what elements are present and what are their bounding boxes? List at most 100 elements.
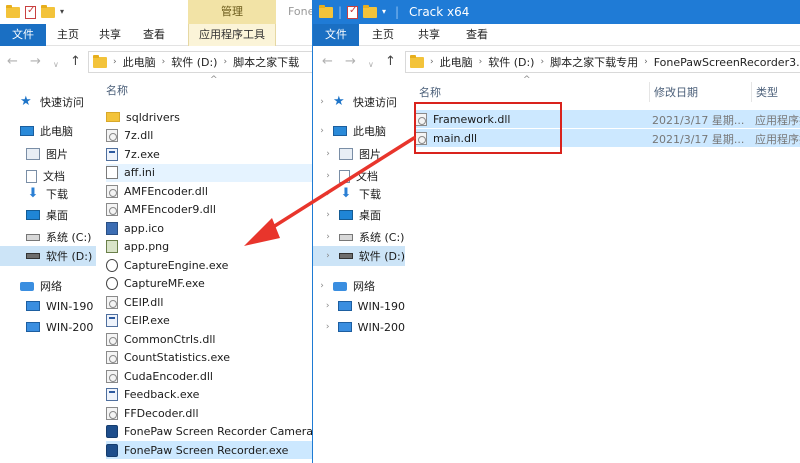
left-tab-app-tools[interactable]: 应用程序工具 (188, 24, 276, 46)
expand-chevron-icon[interactable]: › (317, 97, 327, 107)
file-row[interactable]: app.png (106, 238, 312, 256)
left-tab-view[interactable]: 查看 (136, 24, 172, 46)
back-arrow-icon[interactable]: ← (7, 55, 18, 69)
file-row[interactable]: AMFEncoder.dll (106, 182, 312, 200)
right-tab-view[interactable]: 查看 (459, 24, 495, 46)
column-header-date[interactable]: 修改日期 (649, 82, 698, 102)
left-quick-access-toolbar: ▾ (6, 4, 68, 20)
breadcrumb-item[interactable]: 此电脑 (123, 54, 156, 70)
customize-dropdown-icon[interactable]: ▾ (382, 8, 390, 16)
right-tab-file[interactable]: 文件 (313, 24, 359, 46)
file-name: 7z.exe (124, 147, 160, 161)
column-header-name[interactable]: 名称 (419, 82, 441, 102)
nav-item[interactable]: › ★ 快速访问 (313, 92, 405, 112)
nav-item[interactable]: WIN-200 (0, 317, 96, 337)
forward-arrow-icon[interactable]: → (30, 55, 41, 69)
file-row[interactable]: Feedback.exe (106, 386, 312, 404)
dll-file-icon (106, 295, 118, 309)
column-header-name[interactable]: 名称 (106, 80, 128, 100)
nav-item[interactable]: › WIN-200 (313, 317, 405, 337)
up-arrow-icon[interactable]: ↑ (385, 55, 396, 69)
file-row[interactable]: FonePaw Screen Recorder.exe (106, 441, 312, 459)
nav-item-label: 文档 (356, 170, 378, 183)
nav-item[interactable]: 系统 (C:) (0, 227, 96, 247)
folder-icon (6, 4, 20, 18)
breadcrumb-item[interactable]: 脚本之家下载专用 (550, 54, 638, 70)
nav-item[interactable]: 此电脑 (0, 121, 96, 141)
file-row[interactable]: CountStatistics.exe (106, 349, 312, 367)
nav-item[interactable]: › 系统 (C:) (313, 227, 405, 247)
file-row[interactable]: 7z.exe (106, 145, 312, 163)
breadcrumb-item[interactable]: 此电脑 (440, 54, 473, 70)
expand-chevron-icon[interactable]: › (323, 189, 333, 199)
file-name: Feedback.exe (124, 388, 200, 401)
nav-item[interactable]: WIN-190 (0, 296, 96, 316)
nav-item[interactable]: 网络 (0, 276, 96, 296)
expand-chevron-icon[interactable]: › (317, 126, 327, 136)
file-row[interactable]: FonePaw Screen Recorder Camera.e (106, 423, 312, 441)
drive-c-icon (339, 233, 353, 241)
expand-chevron-icon[interactable]: › (323, 210, 333, 220)
expand-chevron-icon[interactable]: › (323, 251, 333, 261)
file-row[interactable]: FFDecoder.dll (106, 404, 312, 422)
left-tab-share[interactable]: 共享 (92, 24, 128, 46)
expand-chevron-icon[interactable]: › (323, 232, 333, 242)
file-row[interactable]: sqldrivers (106, 108, 312, 126)
nav-item[interactable]: 软件 (D:) (0, 246, 96, 266)
chevron-right-icon: › (430, 57, 434, 67)
file-row[interactable]: app.ico (106, 219, 312, 237)
recent-dropdown-icon[interactable]: ∨ (53, 58, 59, 72)
nav-item[interactable]: ★ 快速访问 (0, 92, 96, 112)
right-breadcrumb[interactable]: › 此电脑 › 软件 (D:) › 脚本之家下载专用 › FonePawScre… (405, 51, 800, 73)
pc-icon (333, 126, 347, 136)
nav-item[interactable]: 图片 (0, 144, 96, 164)
expand-chevron-icon[interactable]: › (323, 301, 332, 311)
right-ribbon-tabs: 文件 主页 共享 查看 (313, 24, 800, 46)
left-tab-home[interactable]: 主页 (50, 24, 86, 46)
nav-item[interactable]: 文档 (0, 166, 96, 186)
nav-item[interactable]: ⬇ 下载 (0, 184, 96, 204)
right-tab-home[interactable]: 主页 (365, 24, 401, 46)
column-header-type[interactable]: 类型 (751, 82, 778, 102)
nav-item[interactable]: › 此电脑 (313, 121, 405, 141)
up-arrow-icon[interactable]: ↑ (70, 55, 81, 69)
nav-item[interactable]: › 图片 (313, 144, 405, 164)
properties-icon[interactable] (347, 5, 359, 19)
file-row[interactable]: CudaEncoder.dll (106, 367, 312, 385)
customize-dropdown-icon[interactable]: ▾ (60, 8, 68, 16)
nav-item[interactable]: › 网络 (313, 276, 405, 296)
back-arrow-icon[interactable]: ← (322, 55, 333, 69)
breadcrumb-item[interactable]: 软件 (D:) (488, 54, 534, 70)
right-tab-share[interactable]: 共享 (411, 24, 447, 46)
file-row[interactable]: 7z.dll (106, 127, 312, 145)
file-row[interactable]: CEIP.exe (106, 312, 312, 330)
file-row[interactable]: aff.ini (106, 163, 312, 182)
left-breadcrumb[interactable]: › 此电脑 › 软件 (D:) › 脚本之家下载 (88, 51, 312, 73)
nav-item[interactable]: › WIN-190 (313, 296, 405, 316)
nav-item[interactable]: › 文档 (313, 166, 405, 186)
nav-item[interactable]: › 软件 (D:) (313, 246, 405, 266)
breadcrumb-item[interactable]: 脚本之家下载 (233, 54, 299, 70)
expand-chevron-icon[interactable]: › (323, 322, 332, 332)
nav-item[interactable]: 桌面 (0, 205, 96, 225)
expand-chevron-icon[interactable]: › (323, 171, 333, 181)
file-row[interactable]: CaptureEngine.exe (106, 256, 312, 274)
properties-icon[interactable] (25, 5, 36, 19)
expand-chevron-icon[interactable]: › (317, 281, 327, 291)
recent-dropdown-icon[interactable]: ∨ (368, 58, 374, 72)
new-folder-icon[interactable] (363, 4, 378, 18)
file-row[interactable]: CEIP.dll (106, 293, 312, 311)
nav-item[interactable]: › 桌面 (313, 205, 405, 225)
breadcrumb-item[interactable]: 软件 (D:) (171, 54, 217, 70)
left-manage-tab-header[interactable]: 管理 (188, 0, 276, 24)
breadcrumb-item[interactable]: FonePawScreenRecorder3. (654, 56, 800, 69)
expand-chevron-icon[interactable]: › (323, 149, 333, 159)
file-row[interactable]: AMFEncoder9.dll (106, 201, 312, 219)
file-row[interactable]: CaptureMF.exe (106, 275, 312, 293)
left-explorer-window: ▾ 管理 Fone 文件 主页 共享 查看 应用程序工具 ← → ∨ ↑ › 此… (0, 0, 312, 463)
forward-arrow-icon[interactable]: → (345, 55, 356, 69)
nav-item[interactable]: › ⬇ 下载 (313, 184, 405, 204)
file-row[interactable]: CommonCtrls.dll (106, 330, 312, 348)
new-folder-icon[interactable] (41, 4, 55, 18)
left-tab-file[interactable]: 文件 (0, 24, 46, 46)
